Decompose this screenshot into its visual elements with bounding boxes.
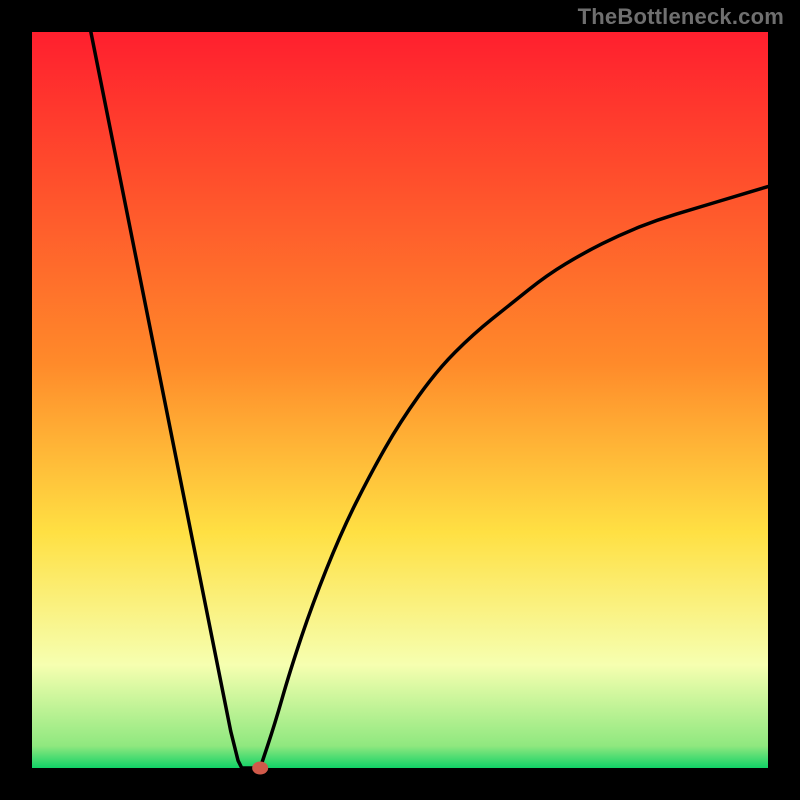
frame-bottom [0,768,800,800]
frame-right [768,0,800,800]
minimum-marker [252,762,268,775]
frame-left [0,0,32,800]
watermark-text: TheBottleneck.com [578,4,784,30]
plot-background [32,32,768,768]
chart-container: TheBottleneck.com [0,0,800,800]
chart-svg [0,0,800,800]
